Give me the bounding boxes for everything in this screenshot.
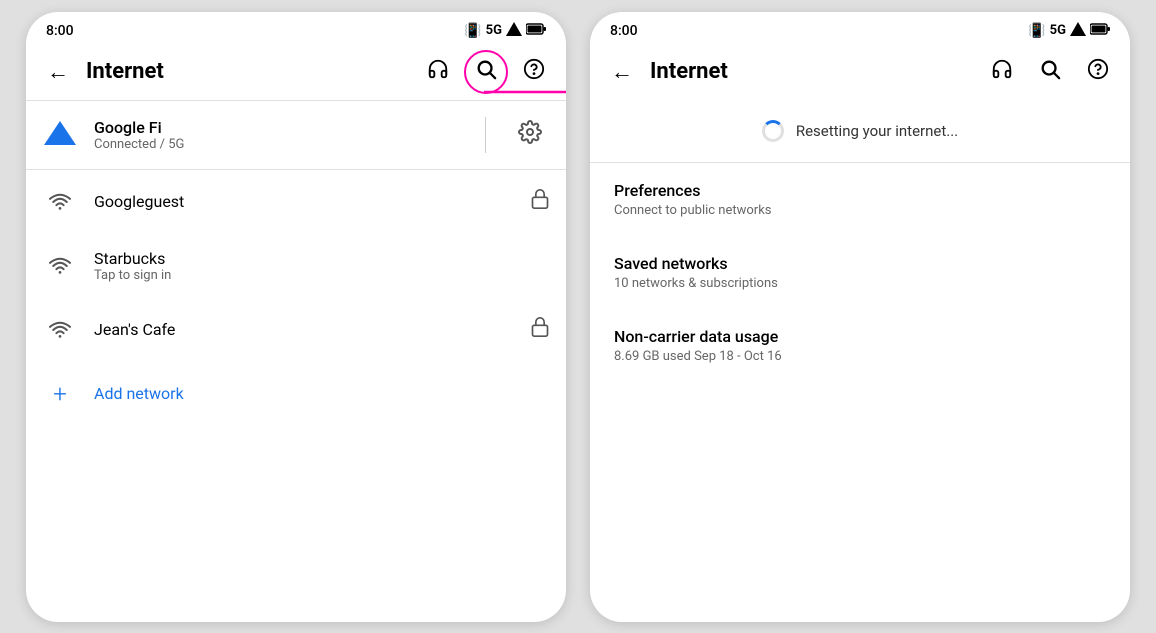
connected-info: Google Fi Connected / 5G bbox=[94, 118, 461, 152]
preferences-item[interactable]: Preferences Connect to public networks bbox=[590, 163, 1130, 236]
app-bar-left: ← Internet bbox=[26, 44, 566, 100]
data-usage-sub: 8.69 GB used Sep 18 - Oct 16 bbox=[614, 349, 1106, 364]
wifi-name-googleguest: Googleguest bbox=[94, 192, 514, 211]
add-network-row[interactable]: + Add network bbox=[26, 362, 566, 426]
saved-networks-title: Saved networks bbox=[614, 254, 1106, 273]
back-icon-left: ← bbox=[47, 59, 69, 85]
wifi-icon-googleguest bbox=[42, 184, 78, 220]
data-usage-item[interactable]: Non-carrier data usage 8.69 GB used Sep … bbox=[590, 309, 1130, 382]
menu-section: Preferences Connect to public networks S… bbox=[590, 163, 1130, 382]
help-icon-right bbox=[1087, 58, 1109, 85]
network-label-right: 5G bbox=[1050, 23, 1066, 38]
wifi-info-googleguest: Googleguest bbox=[94, 192, 514, 211]
wifi-name-starbucks: Starbucks bbox=[94, 249, 550, 268]
time-left: 8:00 bbox=[46, 23, 74, 39]
google-fi-signal-icon bbox=[42, 115, 78, 155]
time-right: 8:00 bbox=[610, 23, 638, 39]
signal-icon-left bbox=[506, 22, 522, 40]
headset-button-right[interactable] bbox=[982, 52, 1022, 92]
list-item[interactable]: Googleguest bbox=[26, 170, 566, 234]
headset-icon-left bbox=[427, 58, 449, 85]
left-phone: 8:00 📳 5G ← Internet bbox=[26, 12, 566, 622]
help-button-left[interactable] bbox=[514, 52, 554, 92]
status-icons-right: 📳 5G bbox=[1028, 22, 1110, 40]
back-button-right[interactable]: ← bbox=[602, 52, 642, 92]
lock-icon-googleguest bbox=[530, 188, 550, 215]
help-icon-left bbox=[523, 58, 545, 85]
wifi-name-jeans-cafe: Jean's Cafe bbox=[94, 320, 514, 339]
network-label-left: 5G bbox=[486, 23, 502, 38]
reset-banner: Resetting your internet... bbox=[590, 100, 1130, 163]
help-button-right[interactable] bbox=[1078, 52, 1118, 92]
status-bar-right: 8:00 📳 5G bbox=[590, 12, 1130, 44]
preferences-sub: Connect to public networks bbox=[614, 203, 1106, 218]
wifi-icon-jeans-cafe bbox=[42, 312, 78, 348]
preferences-title: Preferences bbox=[614, 181, 1106, 200]
loading-spinner bbox=[762, 120, 784, 142]
wifi-sub-starbucks: Tap to sign in bbox=[94, 268, 550, 283]
gear-icon bbox=[518, 120, 542, 150]
list-item[interactable]: Starbucks Tap to sign in bbox=[26, 234, 566, 298]
page-title-right: Internet bbox=[650, 59, 974, 84]
app-bar-right: ← Internet bbox=[590, 44, 1130, 100]
add-network-label: Add network bbox=[94, 384, 184, 403]
back-button-left[interactable]: ← bbox=[38, 52, 78, 92]
saved-networks-item[interactable]: Saved networks 10 networks & subscriptio… bbox=[590, 236, 1130, 309]
vibrate-icon-right: 📳 bbox=[1028, 23, 1045, 39]
settings-button[interactable] bbox=[510, 115, 550, 155]
vibrate-icon: 📳 bbox=[464, 23, 481, 39]
right-phone: 8:00 📳 5G ← Internet bbox=[590, 12, 1130, 622]
vertical-divider bbox=[485, 117, 486, 153]
connected-status: Connected / 5G bbox=[94, 137, 461, 152]
status-icons-left: 📳 5G bbox=[464, 22, 546, 40]
search-icon-left bbox=[475, 58, 497, 85]
lock-icon-jeans-cafe bbox=[530, 316, 550, 343]
battery-icon-right bbox=[1090, 23, 1110, 39]
connected-name: Google Fi bbox=[94, 118, 461, 137]
reset-text: Resetting your internet... bbox=[796, 122, 958, 140]
headset-button-left[interactable] bbox=[418, 52, 458, 92]
search-icon-right bbox=[1039, 58, 1061, 85]
saved-networks-sub: 10 networks & subscriptions bbox=[614, 276, 1106, 291]
data-usage-title: Non-carrier data usage bbox=[614, 327, 1106, 346]
status-bar-left: 8:00 📳 5G bbox=[26, 12, 566, 44]
battery-icon-left bbox=[526, 23, 546, 39]
connected-network-row[interactable]: Google Fi Connected / 5G bbox=[26, 101, 566, 169]
wifi-info-jeans-cafe: Jean's Cafe bbox=[94, 320, 514, 339]
plus-icon: + bbox=[42, 376, 78, 412]
search-button-left[interactable] bbox=[466, 52, 506, 92]
headset-icon-right bbox=[991, 58, 1013, 85]
signal-icon-right bbox=[1070, 22, 1086, 40]
search-button-right[interactable] bbox=[1030, 52, 1070, 92]
wifi-icon-starbucks bbox=[42, 248, 78, 284]
wifi-info-starbucks: Starbucks Tap to sign in bbox=[94, 249, 550, 283]
list-item[interactable]: Jean's Cafe bbox=[26, 298, 566, 362]
back-icon-right: ← bbox=[611, 59, 633, 85]
page-title-left: Internet bbox=[86, 59, 410, 84]
